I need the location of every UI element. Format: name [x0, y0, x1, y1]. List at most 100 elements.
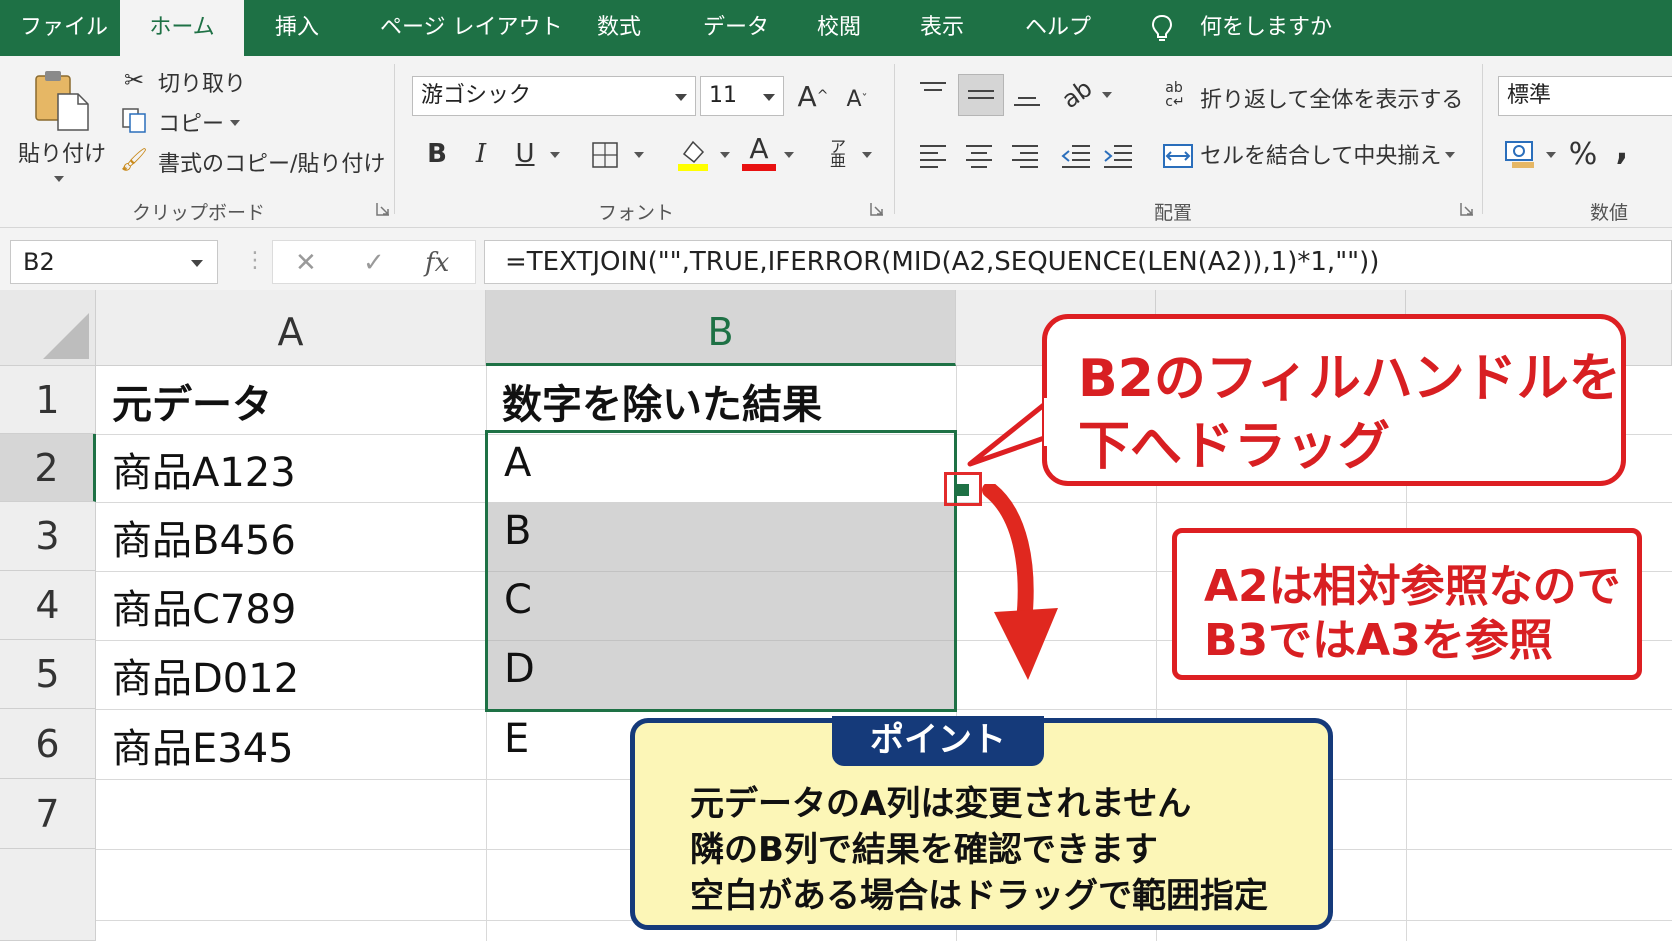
group-divider: [394, 64, 395, 214]
formula-bar: B2 ⋮ ✕ ✓ fx =TEXTJOIN("",TRUE,IFERROR(MI…: [0, 228, 1672, 290]
fill-color-icon[interactable]: [676, 136, 710, 172]
column-header-b[interactable]: B: [486, 290, 956, 366]
tab-insert[interactable]: 挿入: [275, 0, 319, 56]
cut-label: 切り取り: [158, 72, 247, 97]
borders-icon[interactable]: [590, 140, 620, 170]
dialog-launcher-icon[interactable]: [1460, 202, 1474, 216]
decrease-indent-icon[interactable]: [1060, 142, 1092, 170]
grow-font-button[interactable]: A ^: [796, 76, 830, 116]
cell-b6[interactable]: E: [504, 716, 529, 762]
dialog-launcher-icon[interactable]: [870, 202, 884, 216]
align-left-icon[interactable]: [918, 142, 950, 170]
tab-file[interactable]: ファイル: [20, 0, 108, 56]
menu-bar: ファイル ホーム 挿入 ページ レイアウト 数式 データ 校閲 表示 ヘルプ 何…: [0, 0, 1672, 56]
align-middle-button[interactable]: [958, 74, 1004, 116]
formula-input[interactable]: =TEXTJOIN("",TRUE,IFERROR(MID(A2,SEQUENC…: [484, 240, 1672, 284]
underline-button[interactable]: U: [510, 136, 540, 172]
chevron-down-icon[interactable]: [720, 152, 730, 158]
increase-indent-icon[interactable]: [1102, 142, 1134, 170]
chevron-down-icon[interactable]: [1546, 152, 1556, 158]
scissors-icon: ✂: [123, 66, 145, 94]
row-header-1[interactable]: 1: [0, 366, 96, 434]
font-color-icon: A: [749, 131, 769, 165]
tell-me-search[interactable]: 何をしますか: [1200, 0, 1332, 56]
font-color-swatch: [742, 164, 776, 171]
select-all-button[interactable]: [0, 290, 96, 366]
group-divider: [894, 64, 895, 214]
cell-a6[interactable]: 商品E345: [112, 716, 294, 774]
row-header-7[interactable]: 7: [0, 779, 96, 849]
tab-help[interactable]: ヘルプ: [1025, 0, 1091, 56]
font-size-select[interactable]: 11: [700, 76, 784, 116]
orientation-icon[interactable]: ab: [1053, 70, 1102, 119]
align-center-icon[interactable]: [964, 142, 996, 170]
cell-a5[interactable]: 商品D012: [112, 646, 299, 704]
align-middle-icon: [968, 90, 994, 99]
cell-a4[interactable]: 商品C789: [112, 577, 296, 635]
resize-handle[interactable]: ⋮: [244, 248, 266, 273]
cell-b1[interactable]: 数字を除いた結果: [502, 372, 822, 430]
row-header-6[interactable]: 6: [0, 709, 96, 779]
cell-a1[interactable]: 元データ: [112, 372, 272, 430]
cell-b3[interactable]: B: [504, 508, 531, 554]
align-right-icon[interactable]: [1010, 142, 1042, 170]
group-divider: [1482, 64, 1483, 214]
chevron-down-icon[interactable]: [784, 152, 794, 158]
cell-a2[interactable]: 商品A123: [112, 440, 296, 498]
cell-b4[interactable]: C: [504, 577, 532, 623]
chevron-down-icon: [763, 94, 775, 101]
drag-down-arrow-icon: [982, 484, 1058, 680]
accounting-format-icon[interactable]: [1504, 140, 1538, 170]
bold-button[interactable]: B: [422, 136, 452, 172]
number-format-select[interactable]: 標準: [1498, 76, 1672, 116]
align-bottom-icon[interactable]: [1012, 80, 1044, 110]
tab-data[interactable]: データ: [703, 0, 769, 56]
row-header-8[interactable]: [0, 849, 96, 941]
lightbulb-icon: [1151, 14, 1173, 41]
relative-reference-line-2: B3ではA3を参照: [1204, 615, 1553, 666]
chevron-down-icon[interactable]: [550, 152, 560, 158]
font-size-value: 11: [709, 83, 737, 108]
tab-home[interactable]: ホーム: [120, 0, 244, 56]
enter-icon[interactable]: ✓: [363, 241, 385, 285]
grow-font-icon: A: [797, 79, 817, 113]
tab-page-layout[interactable]: ページ レイアウト: [380, 0, 563, 56]
shrink-font-button[interactable]: Aˇ: [842, 82, 872, 116]
name-box-value: B2: [23, 248, 55, 276]
shrink-font-icon: A: [846, 86, 862, 112]
chevron-down-icon: [1445, 152, 1455, 158]
font-name-value: 游ゴシック: [421, 83, 532, 108]
row-header-2[interactable]: 2: [0, 434, 96, 502]
point-line-3: 空白がある場合はドラッグで範囲指定: [690, 876, 1268, 916]
italic-button[interactable]: I: [466, 136, 496, 172]
dialog-launcher-icon[interactable]: [376, 202, 390, 216]
fill-handle[interactable]: [957, 484, 969, 496]
tab-review[interactable]: 校閲: [817, 0, 861, 56]
cell-b2[interactable]: A: [504, 440, 531, 486]
phonetic-guide-icon[interactable]: ア亜: [824, 136, 852, 172]
row-header-5[interactable]: 5: [0, 640, 96, 709]
font-name-select[interactable]: 游ゴシック: [412, 76, 696, 116]
cell-b5[interactable]: D: [504, 646, 535, 692]
fill-handle-callout-line-1: B2のフィルハンドルを: [1078, 349, 1621, 409]
cancel-icon[interactable]: ✕: [295, 241, 317, 285]
tab-view[interactable]: 表示: [920, 0, 964, 56]
chevron-down-icon[interactable]: [862, 152, 872, 158]
name-box[interactable]: B2: [10, 240, 218, 284]
column-header-a[interactable]: A: [96, 290, 486, 366]
clipboard-group-label: クリップボード: [132, 202, 266, 224]
merge-center-icon: [1163, 144, 1193, 168]
row-header-4[interactable]: 4: [0, 571, 96, 640]
number-group-label: 数値: [1590, 202, 1629, 224]
insert-function-icon[interactable]: fx: [425, 241, 449, 285]
align-top-icon[interactable]: [918, 80, 950, 104]
cell-a3[interactable]: 商品B456: [112, 508, 296, 566]
comma-style-button[interactable]: ,: [1610, 128, 1634, 168]
tab-formulas[interactable]: 数式: [597, 0, 641, 56]
chevron-down-icon[interactable]: [1102, 92, 1112, 98]
chevron-down-icon[interactable]: [634, 152, 644, 158]
ribbon: 貼り付け ✂ 切り取り コピー 🖌 書式のコピー/貼り付け クリップボード 游ゴ…: [0, 56, 1672, 228]
percent-style-button[interactable]: %: [1566, 136, 1600, 172]
merge-center-label: セルを結合して中央揃え: [1200, 144, 1442, 169]
row-header-3[interactable]: 3: [0, 502, 96, 571]
